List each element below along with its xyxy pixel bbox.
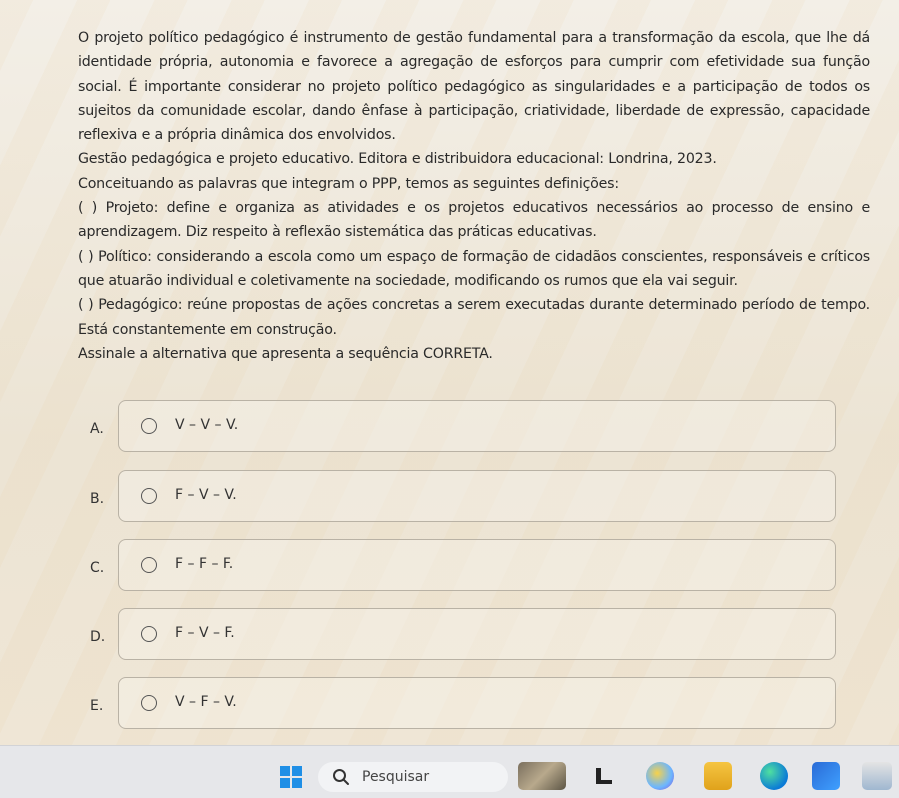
radio-button[interactable] [141,418,157,434]
option-a[interactable]: A. V – V – V. [90,400,840,454]
app-icon[interactable] [646,762,674,790]
option-d[interactable]: D. F – V – F. [90,608,840,662]
question-source: Gestão pedagógica e projeto educativo. E… [78,151,717,168]
option-e[interactable]: E. V – F – V. [90,677,840,731]
option-box[interactable]: F – V – V. [118,470,836,522]
option-text: F – F – F. [175,556,234,572]
question-text: O projeto político pedagógico é instrume… [78,26,870,366]
store-icon[interactable] [812,762,840,790]
option-letter: E. [90,698,104,714]
question-instruction: Assinale a alternativa que apresenta a s… [78,345,493,362]
option-text: F – V – F. [175,625,235,641]
option-text: V – V – V. [175,417,239,433]
search-label: Pesquisar [362,769,430,785]
option-b[interactable]: B. F – V – V. [90,470,840,524]
taskbar: Pesquisar [0,745,899,798]
radio-button[interactable] [141,695,157,711]
browser-content: O projeto político pedagógico é instrume… [0,0,899,745]
radio-button[interactable] [141,626,157,642]
question-paragraph: O projeto político pedagógico é instrume… [78,30,870,144]
option-letter: B. [90,491,105,507]
taskbar-search[interactable]: Pesquisar [318,762,508,792]
search-icon [333,769,349,785]
option-box[interactable]: V – V – V. [118,400,836,452]
option-text: V – F – V. [175,694,237,710]
photo-thumbnail-icon[interactable] [518,762,566,790]
windows-start-icon[interactable] [280,766,302,788]
statement-projeto: ( ) Projeto: define e organiza as ativid… [78,200,870,241]
edge-browser-icon[interactable] [760,762,788,790]
option-letter: C. [90,560,105,576]
option-text: F – V – V. [175,487,237,503]
radio-button[interactable] [141,557,157,573]
option-letter: A. [90,421,104,437]
option-c[interactable]: C. F – F – F. [90,539,840,593]
media-icon[interactable] [594,762,614,790]
statement-pedagogico: ( ) Pedagógico: reúne propostas de ações… [78,297,870,338]
weather-icon[interactable] [862,762,892,790]
option-box[interactable]: F – F – F. [118,539,836,591]
question-intro: Conceituando as palavras que integram o … [78,175,619,192]
option-letter: D. [90,629,106,645]
radio-button[interactable] [141,488,157,504]
option-box[interactable]: V – F – V. [118,677,836,729]
statement-politico: ( ) Político: considerando a escola como… [78,248,870,289]
file-explorer-icon[interactable] [704,762,732,790]
option-box[interactable]: F – V – F. [118,608,836,660]
